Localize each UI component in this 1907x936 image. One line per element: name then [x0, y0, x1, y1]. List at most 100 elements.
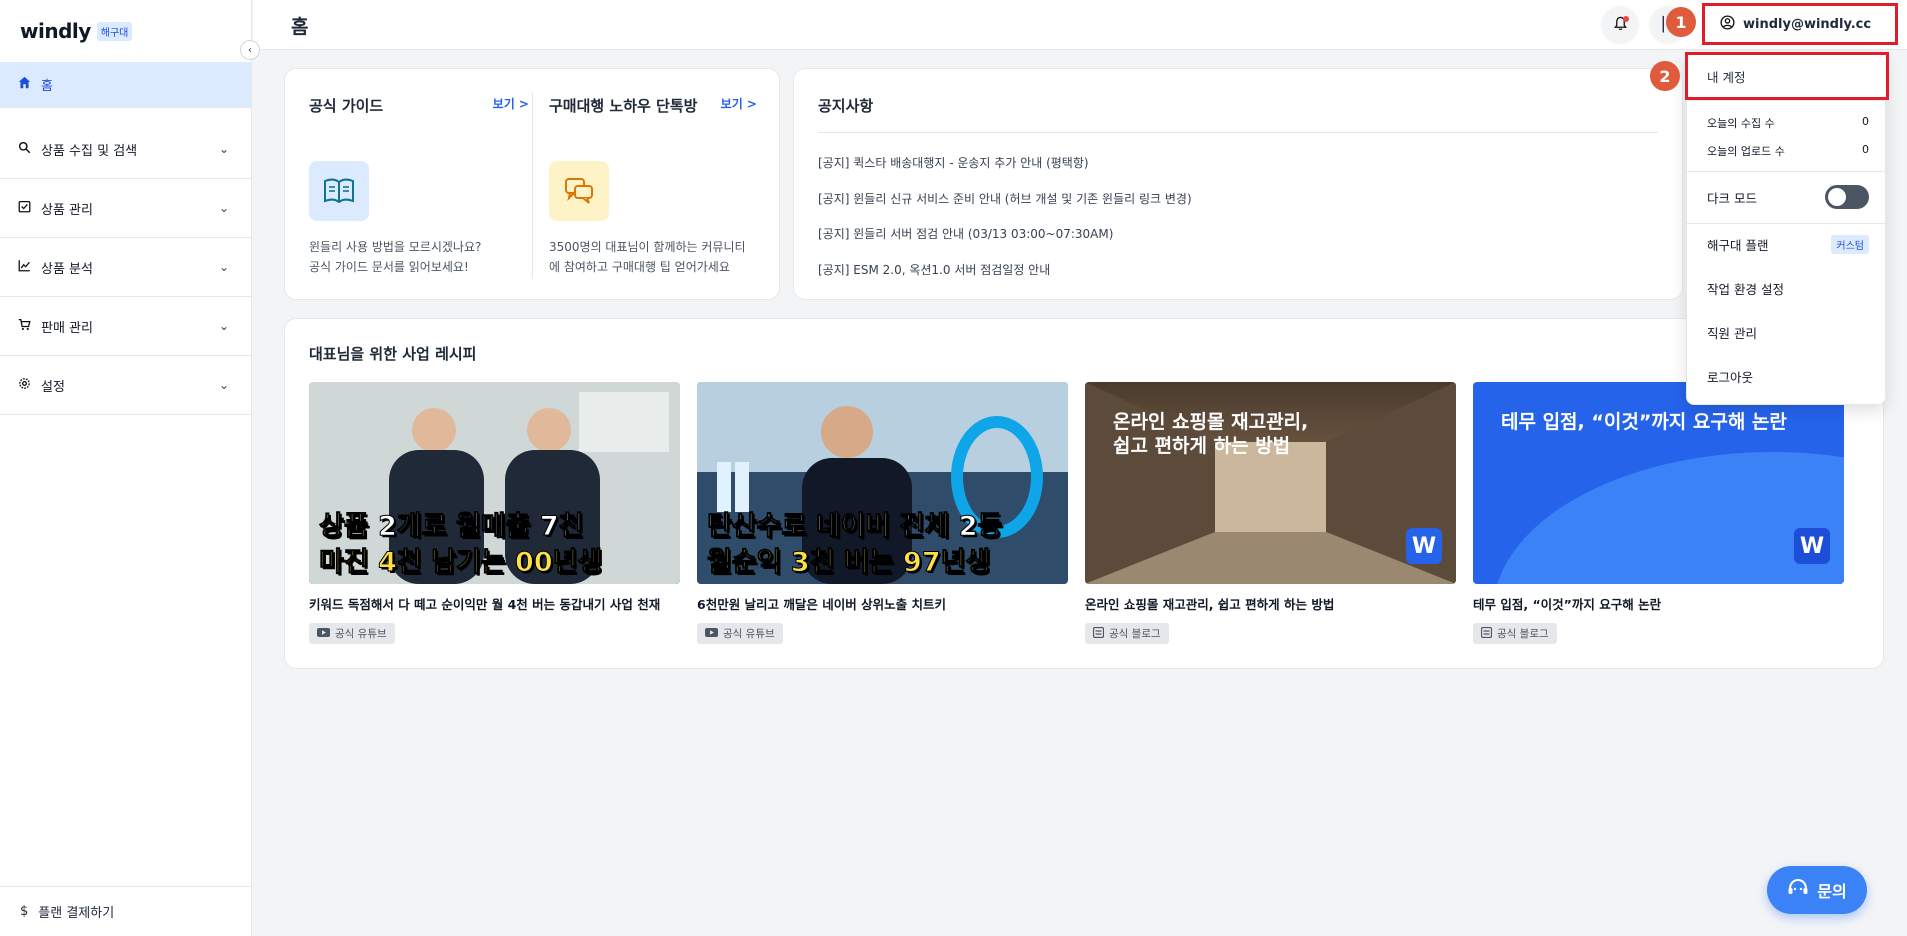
sidebar-item-label: 상품 분석: [41, 261, 93, 277]
notification-button[interactable]: [1601, 6, 1639, 44]
official-guide-desc: 윈들리 사용 방법을 모르시겠나요? 공식 가이드 문서를 읽어보세요!: [309, 237, 529, 277]
upload-count-label: 오늘의 업로드 수: [1707, 145, 1785, 158]
community-link[interactable]: 보기 >: [721, 95, 757, 112]
sidebar-item-label: 설정: [41, 379, 65, 395]
dark-mode-row: 다크 모드: [1707, 185, 1869, 209]
sidebar-item-home[interactable]: 홈: [0, 62, 251, 108]
user-circle-icon: [1720, 14, 1735, 34]
sidebar-item-label: 상품 수집 및 검색: [41, 143, 138, 159]
video-thumbnail[interactable]: 상품 2개로 월매출 7천 마진 4천 남기는 00년생: [309, 382, 680, 584]
collect-count-row: 오늘의 수집 수 0: [1707, 115, 1869, 131]
community-title: 구매대행 노하우 단톡방: [549, 97, 698, 115]
upload-count-value: 0: [1862, 143, 1869, 156]
workspace-settings-item[interactable]: 작업 환경 설정: [1707, 279, 1869, 298]
recipe-card[interactable]: 탄산수로 네이버 전체 2등 월순익 3천 버는 97년생 6천만원 날리고 깨…: [697, 382, 1068, 644]
sidebar-collapse-button[interactable]: ‹: [240, 40, 260, 60]
source-tag: 공식 블로그: [1085, 623, 1169, 644]
windly-logo-icon: W: [1406, 528, 1442, 564]
sidebar-item-collect[interactable]: 상품 수집 및 검색 ⌄: [0, 120, 251, 179]
blog-thumbnail[interactable]: 테무 입점, “이것”까지 요구해 논란 W: [1473, 382, 1844, 584]
source-tag-label: 공식 블로그: [1109, 628, 1161, 640]
chevron-down-icon: ⌄: [218, 378, 229, 392]
my-account-item[interactable]: 내 계정: [1685, 52, 1889, 100]
notification-dot: [1623, 16, 1629, 22]
home-icon: [18, 76, 31, 93]
card-title[interactable]: 온라인 쇼핑몰 재고관리, 쉽고 편하게 하는 방법: [1085, 594, 1456, 613]
sidebar-item-product-manage[interactable]: 상품 관리 ⌄: [0, 179, 251, 238]
guide-panel: 공식 가이드 보기 > 윈들리 사용 방법을 모르시겠나요? 공식 가이드 문서…: [284, 68, 780, 300]
chat-icon: [549, 161, 609, 221]
account-button[interactable]: windly@windly.cc: [1702, 3, 1898, 45]
video-thumbnail[interactable]: 탄산수로 네이버 전체 2등 월순익 3천 버는 97년생: [697, 382, 1068, 584]
dollar-icon: $: [20, 904, 29, 919]
search-icon: [18, 141, 31, 158]
logo-row: windly 해구대: [0, 0, 251, 62]
notice-item[interactable]: [공지] ESM 2.0, 옥션1.0 서버 점검일정 안내: [818, 258, 1192, 294]
gear-icon: [18, 377, 31, 394]
chevron-left-icon: ‹: [248, 44, 252, 56]
step-marker: 2: [1650, 61, 1680, 91]
blog-icon: [1092, 626, 1105, 641]
source-tag-label: 공식 유튜브: [723, 628, 775, 640]
notice-item[interactable]: [공지] 퀵스타 배송대행지 - 운송지 추가 안내 (평택항): [818, 151, 1192, 187]
step-marker: 1: [1666, 7, 1696, 37]
top-header: 홈 ▏ windly@windly.cc: [253, 0, 1907, 50]
thumbnail-caption: 월순익 3천 버는 97년생: [706, 547, 991, 579]
plan-payment-link[interactable]: $ 플랜 결제하기: [0, 886, 252, 936]
sidebar-item-label: 판매 관리: [41, 320, 93, 336]
collect-count-label: 오늘의 수집 수: [1707, 117, 1775, 130]
official-guide-desc-line: 윈들리 사용 방법을 모르시겠나요?: [309, 240, 482, 254]
sidebar-item-label: 상품 관리: [41, 202, 93, 218]
sidebar-item-label: 홈: [41, 79, 53, 94]
notice-panel: 공지사항 [공지] 퀵스타 배송대행지 - 운송지 추가 안내 (평택항) [공…: [793, 68, 1683, 300]
thumbnail-text-line: 온라인 쇼핑몰 재고관리,: [1113, 411, 1309, 433]
card-title[interactable]: 키워드 독점해서 다 떼고 순이익만 월 4천 버는 동갑내기 사업 천재: [309, 594, 680, 613]
logout-item[interactable]: 로그아웃: [1707, 367, 1869, 386]
recipe-card[interactable]: 테무 입점, “이것”까지 요구해 논란 W 테무 입점, “이것”까지 요구해…: [1473, 382, 1844, 644]
official-guide-link[interactable]: 보기 >: [493, 95, 529, 112]
divider: [1687, 100, 1885, 101]
staff-management-label: 직원 관리: [1707, 326, 1757, 341]
source-tag: 공식 유튜브: [309, 623, 395, 644]
official-guide: 공식 가이드 보기 > 윈들리 사용 방법을 모르시겠나요? 공식 가이드 문서…: [309, 69, 529, 299]
recipe-title: 대표님을 위한 사업 레시피: [309, 345, 477, 363]
sidebar-item-product-analysis[interactable]: 상품 분석 ⌄: [0, 238, 251, 297]
sidebar: windly 해구대 홈 상품 수집 및 검색 ⌄ 상품 관리 ⌄ 상품 분석 …: [0, 0, 252, 936]
thumbnail-text-line: 쉽고 편하게 하는 방법: [1113, 435, 1291, 457]
blog-icon: [1480, 626, 1493, 641]
dark-mode-toggle[interactable]: [1825, 185, 1869, 209]
inquiry-button[interactable]: 문의: [1767, 866, 1867, 914]
plan-row[interactable]: 해구대 플랜 커스텀: [1707, 235, 1869, 254]
checklist-icon: [18, 200, 31, 217]
chevron-down-icon: ⌄: [218, 142, 229, 156]
blog-thumbnail[interactable]: 온라인 쇼핑몰 재고관리, 쉽고 편하게 하는 방법 W: [1085, 382, 1456, 584]
workspace-settings-label: 작업 환경 설정: [1707, 282, 1784, 297]
youtube-icon: [705, 627, 718, 640]
community-desc-line: 에 참여하고 구매대행 팁 얻어가세요: [549, 260, 730, 274]
chevron-down-icon: ⌄: [218, 260, 229, 274]
thumbnail-caption: 상품 2개로 월매출 7천: [319, 511, 584, 543]
logo[interactable]: windly: [20, 19, 91, 43]
thumbnail-text: 온라인 쇼핑몰 재고관리, 쉽고 편하게 하는 방법: [1113, 410, 1308, 458]
community-guide: 구매대행 노하우 단톡방 보기 > 3500명의 대표님이 함께하는 커뮤니티 …: [549, 69, 757, 299]
staff-management-item[interactable]: 직원 관리: [1707, 323, 1869, 342]
headset-icon: [1787, 878, 1809, 902]
notice-item[interactable]: [공지] 윈들리 신규 서비스 준비 안내 (허브 개설 및 기존 윈들리 링크…: [818, 187, 1192, 223]
notice-item[interactable]: [공지] 윈들리 서버 점검 안내 (03/13 03:00~07:30AM): [818, 222, 1192, 258]
recipe-card[interactable]: 온라인 쇼핑몰 재고관리, 쉽고 편하게 하는 방법 W 온라인 쇼핑몰 재고관…: [1085, 382, 1456, 644]
divider: [818, 132, 1658, 133]
sidebar-item-sales[interactable]: 판매 관리 ⌄: [0, 297, 251, 356]
notice-list: [공지] 퀵스타 배송대행지 - 운송지 추가 안내 (평택항) [공지] 윈들…: [818, 151, 1192, 293]
recipe-card[interactable]: 상품 2개로 월매출 7천 마진 4천 남기는 00년생 키워드 독점해서 다 …: [309, 382, 680, 644]
divider: [1687, 171, 1885, 172]
dark-mode-label: 다크 모드: [1707, 190, 1757, 206]
cart-icon: [18, 318, 31, 335]
community-desc: 3500명의 대표님이 함께하는 커뮤니티 에 참여하고 구매대행 팁 얻어가세…: [549, 237, 769, 277]
card-title[interactable]: 6천만원 날리고 깨달은 네이버 상위노출 치트키: [697, 594, 1068, 613]
logout-label: 로그아웃: [1707, 370, 1754, 385]
card-title[interactable]: 테무 입점, “이것”까지 요구해 논란: [1473, 594, 1844, 613]
windly-logo-icon: W: [1794, 528, 1830, 564]
source-tag: 공식 유튜브: [697, 623, 783, 644]
thumbnail-caption: 탄산수로 네이버 전체 2등: [706, 511, 1003, 543]
sidebar-item-settings[interactable]: 설정 ⌄: [0, 356, 251, 415]
